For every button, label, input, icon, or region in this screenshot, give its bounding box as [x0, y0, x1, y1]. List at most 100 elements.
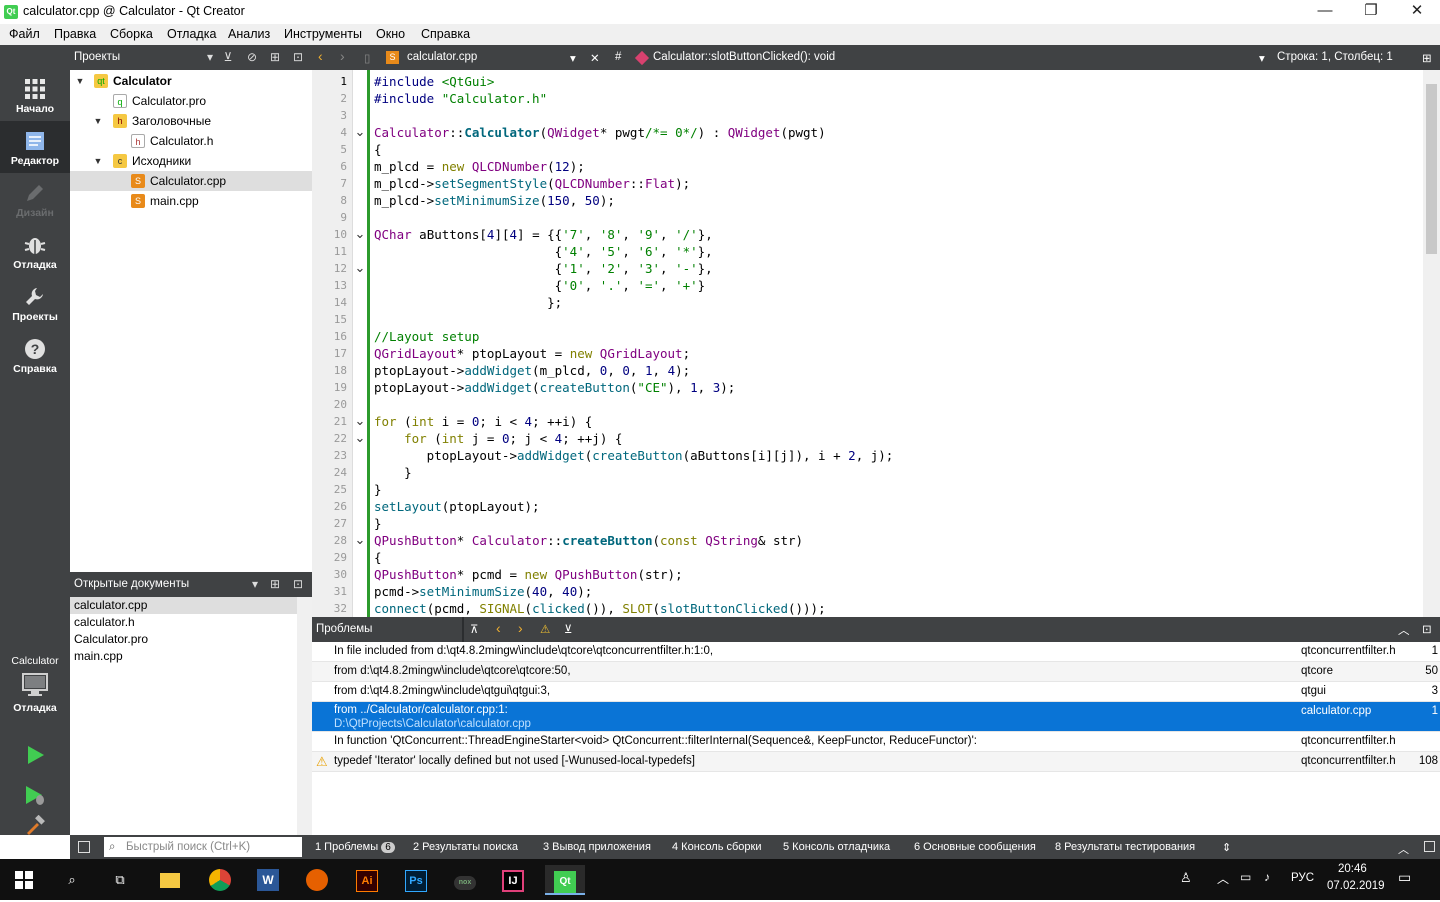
code-line[interactable]: QPushButton* Calculator::createButton(co… — [374, 533, 803, 548]
file-dropdown-icon[interactable]: ▾ — [570, 51, 576, 65]
code-line[interactable]: #include "Calculator.h" — [374, 91, 547, 106]
next-arrow-icon[interactable]: › — [518, 620, 523, 636]
tab-problems[interactable]: 1 Проблемы 6 — [315, 841, 395, 853]
code-line[interactable]: m_plcd->setSegmentStyle(QLCDNumber::Flat… — [374, 176, 690, 191]
menu-analyze[interactable]: Анализ — [228, 27, 270, 41]
tree-item-sources[interactable]: ▼ c Исходники — [70, 151, 312, 171]
open-doc-item[interactable]: calculator.h — [70, 614, 297, 631]
fold-toggle-icon[interactable]: ⌄ — [353, 261, 367, 274]
mode-debug[interactable]: Отладка — [0, 225, 70, 277]
dropdown-arrow-icon[interactable]: ▾ — [202, 48, 218, 66]
close-button[interactable]: ✕ — [1394, 0, 1440, 24]
split-icon[interactable]: ⊞ — [267, 48, 283, 66]
code-line[interactable]: QGridLayout* ptopLayout = new QGridLayou… — [374, 346, 690, 361]
scrollbar-thumb[interactable] — [1426, 84, 1437, 254]
code-line[interactable]: { — [374, 142, 382, 157]
clock-date[interactable]: 07.02.2019 — [1327, 880, 1385, 892]
code-line[interactable]: m_plcd = new QLCDNumber(12); — [374, 159, 585, 174]
tab-debugger-console[interactable]: 5 Консоль отладчика — [783, 841, 890, 853]
close-pane-icon[interactable]: ⊡ — [290, 48, 306, 66]
problem-row-warning[interactable]: ⚠ typedef 'Iterator' locally defined but… — [312, 752, 1440, 772]
firefox-icon[interactable] — [300, 865, 334, 895]
code-line[interactable]: } — [374, 465, 412, 480]
tree-item-pro[interactable]: q Calculator.pro — [70, 91, 312, 111]
run-button[interactable] — [0, 737, 70, 773]
problem-row[interactable]: In function 'QtConcurrent::ThreadEngineS… — [312, 732, 1440, 752]
filter-icon[interactable]: ⊻ — [220, 48, 236, 66]
tree-item-headers[interactable]: ▼ h Заголовочные — [70, 111, 312, 131]
code-line[interactable]: ptopLayout->addWidget(createButton("CE")… — [374, 380, 735, 395]
code-line[interactable]: //Layout setup — [374, 329, 479, 344]
mode-welcome[interactable]: Начало — [0, 69, 70, 121]
code-line[interactable]: QPushButton* pcmd = new QPushButton(str)… — [374, 567, 683, 582]
explorer-icon[interactable] — [153, 865, 187, 895]
warning-filter-icon[interactable]: ⚠ — [540, 622, 550, 636]
code-line[interactable]: m_plcd->setMinimumSize(150, 50); — [374, 193, 615, 208]
qt-creator-taskbar-icon[interactable]: Qt — [545, 865, 585, 895]
tree-item-calculator-cpp[interactable]: S Calculator.cpp — [70, 171, 312, 191]
code-line[interactable]: } — [374, 482, 382, 497]
start-button[interactable] — [7, 865, 41, 895]
collapse-arrow-icon[interactable]: ▼ — [74, 71, 86, 91]
code-line[interactable]: {'1', '2', '3', '-'}, — [374, 261, 713, 276]
code-line[interactable]: } — [374, 516, 382, 531]
mode-design[interactable]: Дизайн — [0, 173, 70, 225]
menu-window[interactable]: Окно — [376, 27, 405, 41]
tab-search-results[interactable]: 2 Результаты поиска — [413, 841, 518, 853]
code-line[interactable]: pcmd->setMinimumSize(40, 40); — [374, 584, 592, 599]
maximize-button[interactable]: ❐ — [1348, 0, 1394, 24]
code-line[interactable]: { — [374, 550, 382, 565]
search-icon[interactable]: ⌕ — [55, 865, 89, 895]
problem-row[interactable]: In file included from d:\qt4.8.2mingw\in… — [312, 642, 1440, 662]
menu-help[interactable]: Справка — [421, 27, 470, 41]
maximize-pane-icon[interactable]: ︿ — [1398, 622, 1410, 638]
menu-edit[interactable]: Правка — [54, 27, 96, 41]
tree-item-project[interactable]: ▼ qt Calculator — [70, 71, 312, 91]
tab-general-messages[interactable]: 6 Основные сообщения — [914, 841, 1036, 853]
illustrator-icon[interactable]: Ai — [350, 865, 384, 895]
nox-icon[interactable]: nox — [448, 865, 482, 895]
open-docs-scrollbar[interactable] — [297, 597, 312, 835]
code-line[interactable]: {'4', '5', '6', '*'}, — [374, 244, 713, 259]
link-icon[interactable]: ⊘ — [244, 48, 260, 66]
network-icon[interactable]: ▭ — [1240, 870, 1251, 884]
fold-toggle-icon[interactable]: ⌄ — [353, 125, 367, 138]
close-pane-icon[interactable]: ⊡ — [290, 575, 306, 593]
clear-icon[interactable]: ⊼ — [470, 622, 478, 636]
open-doc-item[interactable]: Calculator.pro — [70, 631, 297, 648]
task-view-icon[interactable]: ⧉ — [103, 865, 137, 895]
open-doc-item[interactable]: calculator.cpp — [70, 597, 297, 614]
code-line[interactable]: {'0', '.', '=', '+'} — [374, 278, 706, 293]
split-icon[interactable]: ⊞ — [1422, 51, 1432, 65]
split-icon[interactable]: ⊞ — [267, 575, 283, 593]
input-language[interactable]: РУС — [1291, 872, 1314, 884]
code-line[interactable]: Calculator::Calculator(QWidget* pwgt/*= … — [374, 125, 826, 140]
code-line[interactable]: for (int i = 0; i < 4; ++i) { — [374, 414, 592, 429]
dropdown-arrow-icon[interactable]: ▾ — [247, 575, 263, 593]
tree-item-header-file[interactable]: h Calculator.h — [70, 131, 312, 151]
current-file-name[interactable]: calculator.cpp — [407, 51, 477, 63]
minimize-button[interactable]: — — [1302, 0, 1348, 24]
mode-projects[interactable]: Проекты — [0, 277, 70, 329]
back-arrow-icon[interactable]: ‹ — [318, 48, 323, 64]
people-icon[interactable]: ♙ — [1180, 870, 1192, 886]
code-line[interactable]: QChar aButtons[4][4] = {{'7', '8', '9', … — [374, 227, 713, 242]
problem-row[interactable]: from d:\qt4.8.2mingw\include\qtcore\qtco… — [312, 662, 1440, 682]
code-line[interactable]: setLayout(ptopLayout); — [374, 499, 540, 514]
code-line[interactable]: ptopLayout->addWidget(m_plcd, 0, 0, 1, 4… — [374, 363, 690, 378]
code-line[interactable]: #include <QtGui> — [374, 74, 494, 89]
menu-tools[interactable]: Инструменты — [284, 27, 362, 41]
editor-scrollbar[interactable] — [1423, 70, 1440, 617]
tree-item-main-cpp[interactable]: S main.cpp — [70, 191, 312, 211]
code-editor[interactable]: 1 2 3 4 5 6 7 8 9 10 11 12 13 14 15 16 17 18 19 20 21 22 23 24 2… — [312, 70, 1440, 617]
fold-toggle-icon[interactable]: ⌄ — [353, 227, 367, 240]
kit-selector[interactable]: Calculator Отладка — [0, 650, 70, 730]
problem-row[interactable]: from d:\qt4.8.2mingw\include\qtgui\qtgui… — [312, 682, 1440, 702]
mode-editor[interactable]: Редактор — [0, 121, 70, 173]
menu-debug[interactable]: Отладка — [167, 27, 216, 41]
mode-help[interactable]: ? Справка — [0, 329, 70, 381]
toggle-output-icon[interactable] — [1424, 841, 1435, 852]
maximize-output-icon[interactable]: ︿ — [1398, 841, 1409, 857]
collapse-arrow-icon[interactable]: ▼ — [92, 111, 104, 131]
filter-icon[interactable]: ⊻ — [564, 622, 572, 636]
